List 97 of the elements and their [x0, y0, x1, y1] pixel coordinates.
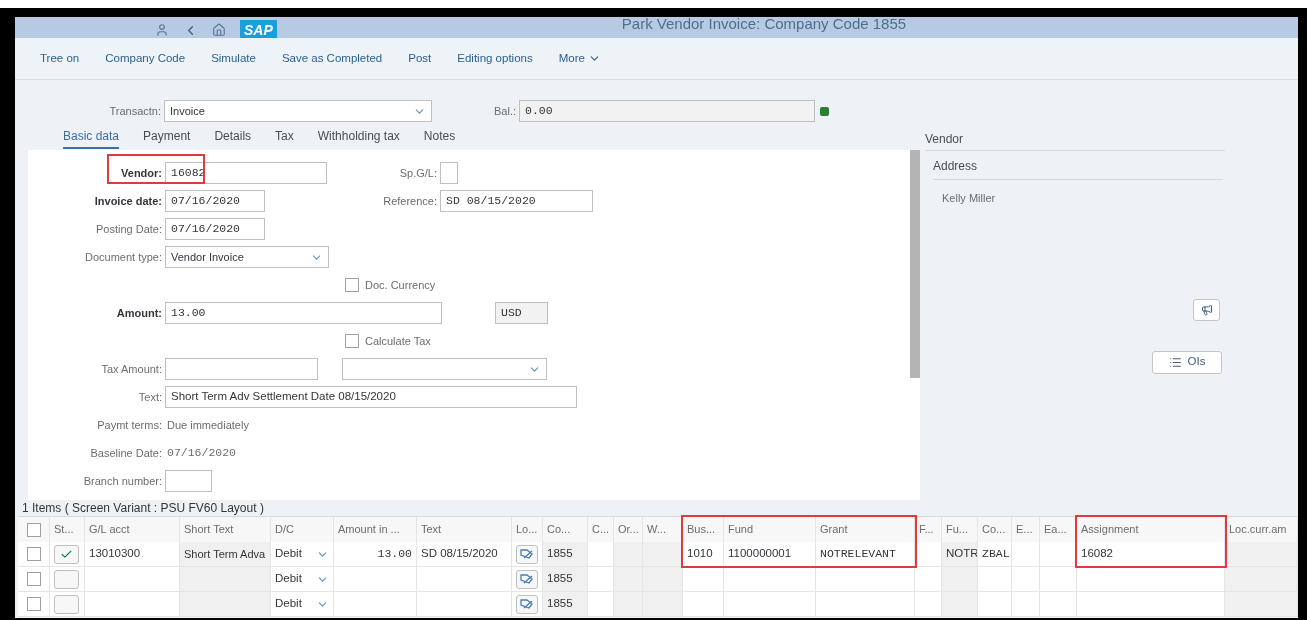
checkbox-label: Doc. Currency	[365, 277, 436, 293]
dropdown-field[interactable]: Debit	[275, 570, 329, 588]
tab[interactable]: Withholding tax	[317, 128, 400, 147]
table-cell: 13010300	[85, 542, 180, 567]
table-cell	[915, 592, 942, 617]
tab[interactable]: Payment	[143, 128, 191, 147]
window-title: Park Vendor Invoice: Company Code 1855	[621, 17, 907, 34]
items-title: 1 Items ( Screen Variant : PSU FV60 Layout )	[22, 500, 264, 516]
checkbox[interactable]	[26, 572, 41, 586]
toolbar-button[interactable]: Save as Completed	[281, 49, 383, 68]
field-label: Tax Amount:	[100, 361, 163, 377]
dropdown-field[interactable]: Debit	[275, 545, 329, 563]
vendor-name: Kelly Miller	[941, 191, 997, 206]
field-label: Reference:	[382, 193, 438, 209]
tag-icon	[520, 573, 534, 585]
table-cell	[942, 567, 978, 592]
field-label: Sp.G/L:	[398, 165, 438, 181]
panel-title: Vendor	[925, 131, 965, 148]
input-field[interactable]: 16082	[165, 162, 327, 184]
status-button[interactable]	[54, 544, 79, 564]
table-cell	[1012, 592, 1040, 617]
table-cell	[614, 567, 643, 592]
field-label: Bal.:	[494, 103, 517, 119]
detail-button[interactable]	[516, 569, 538, 589]
table-cell	[978, 592, 1012, 617]
home-icon[interactable]	[212, 23, 226, 37]
list-icon	[1168, 355, 1182, 369]
table-cell	[1040, 567, 1077, 592]
field-label: Baseline Date:	[89, 445, 163, 461]
table-cell	[978, 567, 1012, 592]
table-cell	[683, 592, 724, 617]
scrollbar[interactable]	[910, 150, 920, 378]
status-button[interactable]	[54, 594, 79, 614]
open-items-button[interactable]: OIs	[1152, 350, 1222, 374]
tab[interactable]: Details	[214, 128, 252, 147]
table-cell: 1855	[543, 542, 588, 567]
field-label: Document type:	[83, 249, 163, 265]
dropdown-field[interactable]: Invoice	[164, 100, 432, 122]
table-cell	[588, 592, 614, 617]
icon-button[interactable]	[1193, 298, 1220, 321]
section-title: Address	[932, 158, 979, 175]
toolbar-button[interactable]: Editing options	[457, 49, 533, 68]
detail-button[interactable]	[516, 544, 538, 564]
field-label: Invoice date:	[93, 193, 163, 209]
field-label: Amount:	[115, 305, 163, 321]
dropdown-field[interactable]: Vendor Invoice	[165, 246, 329, 268]
megaphone-icon	[1200, 303, 1213, 316]
toolbar-button[interactable]: Simulate	[211, 49, 256, 68]
input-field[interactable]: 07/16/2020	[165, 190, 265, 212]
toolbar-button[interactable]: Post	[408, 49, 432, 68]
field-label: Text:	[137, 389, 163, 405]
field-label: Transactn:	[108, 103, 162, 119]
input-field[interactable]	[165, 358, 318, 380]
user-icon[interactable]	[155, 23, 169, 37]
checkbox-label: Calculate Tax	[365, 333, 431, 349]
field-label: Branch number:	[82, 473, 163, 489]
input-field[interactable]: 13.00	[165, 302, 442, 324]
input-field[interactable]: SD 08/15/2020	[440, 190, 593, 212]
input-field[interactable]	[165, 470, 212, 492]
table-cell: 1855	[543, 567, 588, 592]
checkbox[interactable]	[345, 278, 359, 292]
toolbar-button[interactable]: Company Code	[105, 49, 186, 68]
table-cell: 1855	[543, 592, 588, 617]
table-cell	[683, 567, 724, 592]
input-field[interactable]: 0.00	[519, 100, 815, 122]
table-cell	[1012, 567, 1040, 592]
input-field[interactable]: 07/16/2020	[165, 218, 265, 240]
dropdown-field[interactable]	[342, 358, 547, 380]
field-label: Vendor:	[120, 165, 163, 181]
toolbar-button[interactable]: Tree on	[40, 49, 80, 68]
checkbox[interactable]	[345, 334, 359, 348]
input-field[interactable]: Short Term Adv Settlement Date 08/15/2020	[165, 386, 577, 408]
table-cell: Short Term Adva	[180, 542, 271, 567]
checkbox[interactable]	[26, 597, 41, 611]
checkbox[interactable]	[26, 547, 41, 561]
status-button[interactable]	[54, 569, 79, 589]
table-cell: SD 08/15/2020	[417, 542, 512, 567]
checkbox[interactable]	[26, 522, 41, 537]
field-label: Posting Date:	[94, 221, 163, 237]
field-label: Paymt terms:	[96, 417, 163, 433]
table-cell	[1040, 592, 1077, 617]
tag-icon	[520, 548, 534, 560]
table-cell	[588, 567, 614, 592]
field-value: Due immediately	[166, 417, 249, 433]
table-cell	[915, 567, 942, 592]
table-cell: 13.00	[334, 542, 417, 567]
input-field[interactable]: USD	[495, 302, 548, 324]
field-value: 07/16/2020	[166, 445, 236, 462]
dropdown-field[interactable]: Debit	[275, 595, 329, 613]
input-field[interactable]	[440, 162, 458, 184]
table-cell: ZBAL	[978, 542, 1012, 567]
tab[interactable]: Notes	[423, 128, 456, 147]
detail-button[interactable]	[516, 594, 538, 614]
tag-icon	[520, 598, 534, 610]
tab[interactable]: Tax	[275, 128, 294, 147]
toolbar-button[interactable]: More	[558, 49, 601, 68]
table-cell	[643, 567, 683, 592]
